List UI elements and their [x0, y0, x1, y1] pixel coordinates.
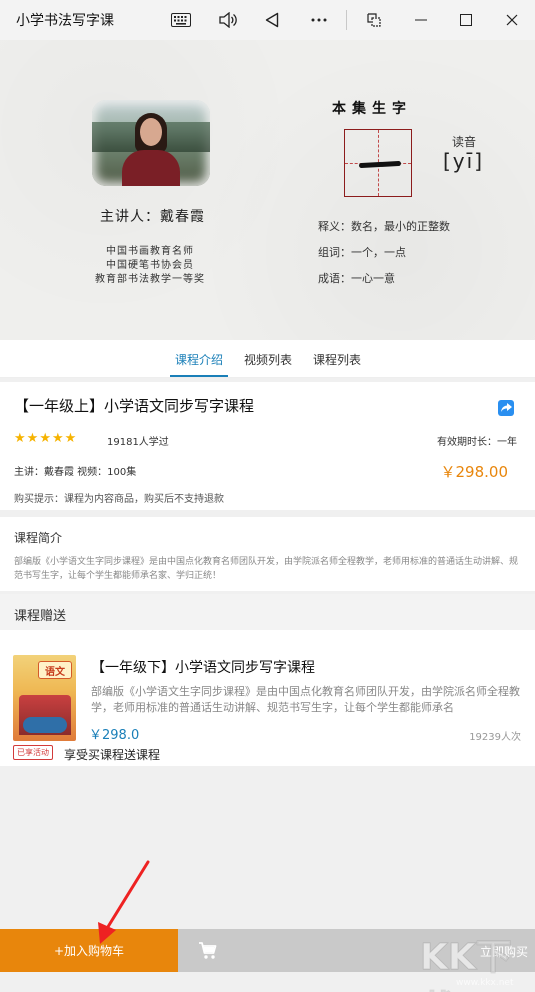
intro-heading: 课程简介	[14, 531, 63, 545]
keyboard-icon[interactable]	[169, 8, 193, 32]
star-icon: ★	[64, 431, 77, 446]
gift-section-header: 课程赠送	[0, 594, 535, 630]
character-idiom: 成语：一心一意	[318, 272, 395, 285]
tab-video-list[interactable]: 视频列表	[244, 351, 292, 368]
share-icon[interactable]	[498, 400, 514, 416]
tab-course-intro[interactable]: 课程介绍	[175, 351, 223, 368]
close-icon[interactable]	[500, 8, 524, 32]
credential-line: 教育部书法教学一等奖	[95, 274, 205, 285]
annotation-arrow	[98, 860, 150, 944]
buy-area: 立即购买	[178, 929, 535, 972]
credential-line: 中国书画教育名师	[106, 246, 194, 257]
character-title: 本集生字	[332, 101, 412, 117]
buy-now-button[interactable]: 立即购买	[480, 943, 528, 960]
star-icon: ★	[39, 431, 51, 446]
snap-icon[interactable]	[362, 8, 386, 32]
app-title: 小学书法写字课	[16, 13, 114, 29]
active-tab-indicator	[170, 375, 228, 377]
gift-description: 部编版《小学语文生字同步课程》是由中国点化教育名师团队开发，由学院派名师全程教学…	[91, 685, 520, 714]
photo-face	[140, 118, 162, 146]
cover-label: 语文	[38, 661, 72, 679]
volume-icon[interactable]	[216, 8, 240, 32]
star-icon: ★	[51, 431, 64, 446]
course-intro-section: 课程简介 部编版《小学语文生字同步课程》是由中国点化教育名师团队开发，由学院派名…	[0, 517, 535, 591]
course-info-card: 【一年级上】小学语文同步写字课程 ★ ★ ★ ★ ★ 19181人学过 有效期时…	[0, 382, 535, 510]
title-separator	[346, 10, 347, 30]
star-icon: ★	[26, 431, 39, 446]
character-grid	[344, 129, 412, 197]
cart-icon[interactable]	[198, 941, 218, 961]
maximize-icon[interactable]	[454, 8, 478, 32]
intro-body: 部编版《小学语文生字同步课程》是由中国点化教育名师团队开发，由学院派名师全程教学…	[14, 557, 519, 581]
pinyin-label: 读音	[452, 135, 477, 149]
back-icon[interactable]	[260, 8, 284, 32]
learner-count: 19181人学过	[107, 437, 169, 448]
character-phrases: 组词：一个，一点	[318, 246, 406, 259]
character-stroke	[358, 160, 402, 169]
star-icon: ★	[14, 431, 26, 446]
course-price: ￥298.00	[440, 463, 509, 481]
gift-course-card[interactable]: 语文 【一年级下】小学语文同步写字课程 部编版《小学语文生字同步课程》是由中国点…	[0, 630, 535, 766]
title-bar: 小学书法写字课	[0, 0, 535, 40]
book-cover-image: 语文	[13, 655, 76, 741]
lesson-banner[interactable]: 主讲人：戴春霞 中国书画教育名师 中国硬笔书协会员 教育部书法教学一等奖 本集生…	[0, 40, 535, 340]
course-title: 【一年级上】小学语文同步写字课程	[14, 397, 255, 415]
character-meaning: 释义：数名，最小的正整数	[318, 220, 450, 233]
minimize-icon[interactable]	[409, 8, 433, 32]
cover-figures	[23, 717, 67, 733]
more-icon[interactable]	[307, 8, 331, 32]
photo-body	[122, 150, 180, 186]
tab-bar: 课程介绍 视频列表 课程列表	[0, 340, 535, 378]
promo-badge: 已享活动	[13, 745, 53, 760]
banner-texture	[0, 40, 535, 340]
gift-view-count: 19239人次	[469, 732, 521, 743]
teacher-photo	[92, 100, 210, 186]
bottom-strip	[0, 972, 535, 992]
speaker-name: 主讲人：戴春霞	[100, 209, 205, 225]
credential-line: 中国硬笔书协会员	[106, 260, 194, 271]
promo-text: 享受买课程送课程	[64, 748, 161, 762]
rating-stars: ★ ★ ★ ★ ★	[14, 432, 76, 445]
course-meta: 主讲：戴春霞 视频：100集	[14, 467, 137, 478]
bottom-action-bar: +加入购物车 立即购买	[0, 929, 535, 972]
pinyin: [yī]	[443, 149, 484, 173]
validity-period: 有效期时长：一年	[437, 437, 517, 448]
gift-title: 【一年级下】小学语文同步写字课程	[91, 660, 315, 676]
tab-course-list[interactable]: 课程列表	[313, 351, 361, 368]
gift-heading: 课程赠送	[14, 609, 67, 624]
purchase-tip: 购买提示：课程为内容商品，购买后不支持退款	[14, 494, 224, 505]
gift-price: ￥298.0	[89, 728, 140, 743]
